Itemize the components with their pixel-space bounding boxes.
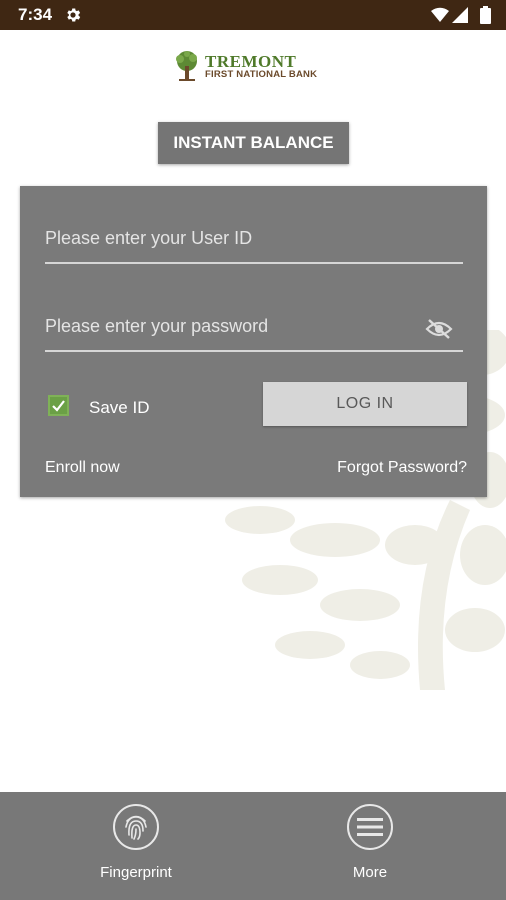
fingerprint-icon [113, 804, 159, 850]
menu-icon [347, 804, 393, 850]
more-label: More [352, 864, 388, 881]
tree-logo-icon [176, 51, 197, 81]
fingerprint-nav-item[interactable]: Fingerprint [76, 804, 196, 881]
user-id-placeholder: Please enter your User ID [45, 228, 253, 248]
save-id-label: Save ID [89, 398, 150, 417]
wifi-icon [431, 7, 449, 23]
enroll-now-link[interactable]: Enroll now [45, 459, 120, 477]
bottom-nav: Fingerprint More [0, 792, 506, 900]
password-visibility-off-icon[interactable] [425, 318, 453, 340]
settings-gear-icon [67, 8, 81, 22]
instant-balance-button[interactable]: INSTANT BALANCE [158, 122, 349, 164]
login-card: Please enter your User ID Please enter y… [20, 186, 487, 497]
status-bar: 7:34 [0, 0, 506, 30]
more-nav-item[interactable]: More [310, 804, 430, 881]
bank-subtitle: FIRST NATIONAL BANK [205, 69, 318, 80]
password-placeholder: Please enter your password [45, 316, 269, 336]
signal-icon [452, 7, 468, 23]
login-button[interactable]: LOG IN [263, 382, 467, 426]
status-time: 7:34 [18, 5, 53, 24]
forgot-password-link[interactable]: Forgot Password? [337, 459, 467, 477]
save-id-checkbox[interactable] [48, 395, 69, 416]
battery-icon [480, 6, 491, 24]
user-id-field[interactable]: Please enter your User ID [45, 222, 463, 264]
password-field[interactable]: Please enter your password [45, 310, 463, 352]
fingerprint-label: Fingerprint [100, 864, 172, 881]
